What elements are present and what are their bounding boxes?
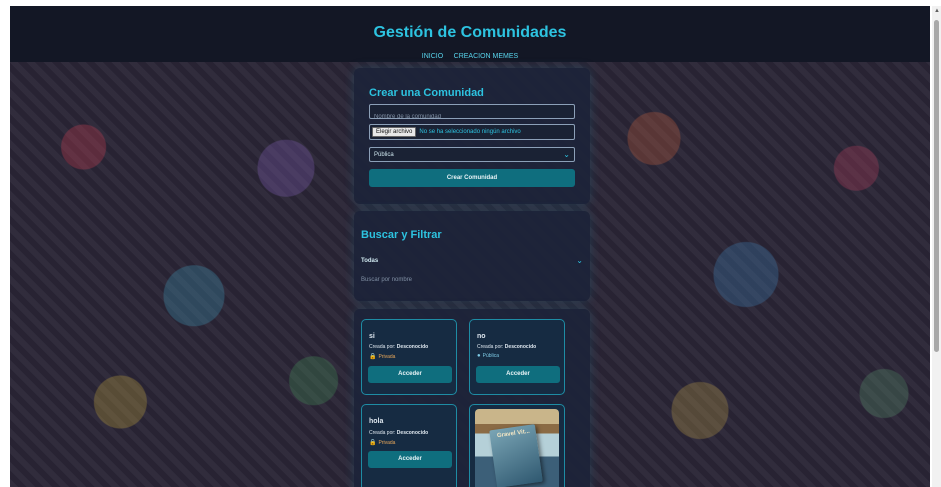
scrollbar-thumb[interactable] — [934, 20, 939, 352]
globe-icon: ● — [477, 353, 481, 359]
lock-icon: 🔒 — [369, 440, 377, 446]
privacy-select[interactable]: Pública ⌄ — [369, 147, 575, 162]
create-community-panel: Crear una Comunidad Elegir archivo No se… — [354, 68, 590, 204]
community-name: si — [369, 333, 375, 340]
create-community-button[interactable]: Crear Comunidad — [369, 169, 575, 187]
community-image: Gravel Vit... — [475, 409, 559, 487]
file-upload-field: Elegir archivo No se ha seleccionado nin… — [369, 124, 575, 140]
page-header: Gestión de Comunidades INICIO CREACION M… — [10, 6, 930, 62]
search-filter-panel: Buscar y Filtrar Todas ⌄ Buscar por nomb… — [354, 211, 590, 301]
browser-viewport: Gestión de Comunidades INICIO CREACION M… — [10, 6, 930, 487]
community-name-input[interactable] — [370, 110, 574, 124]
chevron-down-icon: ⌄ — [576, 256, 583, 265]
community-name: hola — [369, 418, 384, 425]
community-creator: Creada por: Desconocido — [369, 430, 429, 436]
privacy-badge: 🔒 Privada — [369, 353, 396, 361]
community-creator: Creada por: Desconocido — [369, 344, 429, 350]
access-button[interactable]: Acceder — [368, 366, 452, 383]
scroll-up-icon[interactable]: ▲ — [934, 8, 940, 14]
privacy-badge: 🔒 Privada — [369, 439, 396, 447]
community-name: no — [477, 333, 486, 340]
search-filter-heading: Buscar y Filtrar — [361, 229, 442, 241]
file-status-text: No se ha seleccionado ningún archivo — [419, 129, 521, 135]
create-community-heading: Crear una Comunidad — [369, 87, 484, 99]
community-name-field — [369, 104, 575, 124]
top-nav: INICIO CREACION MEMES — [10, 45, 930, 63]
page-title: Gestión de Comunidades — [373, 24, 567, 41]
nav-link-creacion-memes[interactable]: CREACION MEMES — [454, 53, 519, 60]
filter-select-value: Todas — [361, 258, 379, 264]
filter-select[interactable]: Todas ⌄ — [361, 255, 583, 267]
chevron-down-icon: ⌄ — [563, 149, 570, 159]
page-scrollbar[interactable]: ▲ — [932, 6, 941, 487]
community-card: si Creada por: Desconocido 🔒 Privada Acce… — [361, 319, 457, 395]
access-button[interactable]: Acceder — [368, 451, 452, 468]
lock-icon: 🔒 — [369, 354, 377, 360]
community-list-panel: si Creada por: Desconocido 🔒 Privada Acce… — [354, 309, 590, 487]
privacy-select-value: Pública — [374, 151, 394, 158]
community-creator: Creada por: Desconocido — [477, 344, 537, 350]
privacy-badge: ● Pública — [477, 353, 500, 359]
nav-link-inicio[interactable]: INICIO — [422, 53, 443, 60]
access-button[interactable]: Acceder — [476, 366, 560, 383]
community-card[interactable]: Gravel Vit... — [469, 404, 565, 487]
community-card: hola Creada por: Desconocido 🔒 Privada Ac… — [361, 404, 457, 487]
choose-file-button[interactable]: Elegir archivo — [372, 127, 417, 137]
search-input[interactable]: Buscar por nombre — [361, 277, 583, 283]
community-card: no Creada por: Desconocido ● Pública Acce… — [469, 319, 565, 395]
